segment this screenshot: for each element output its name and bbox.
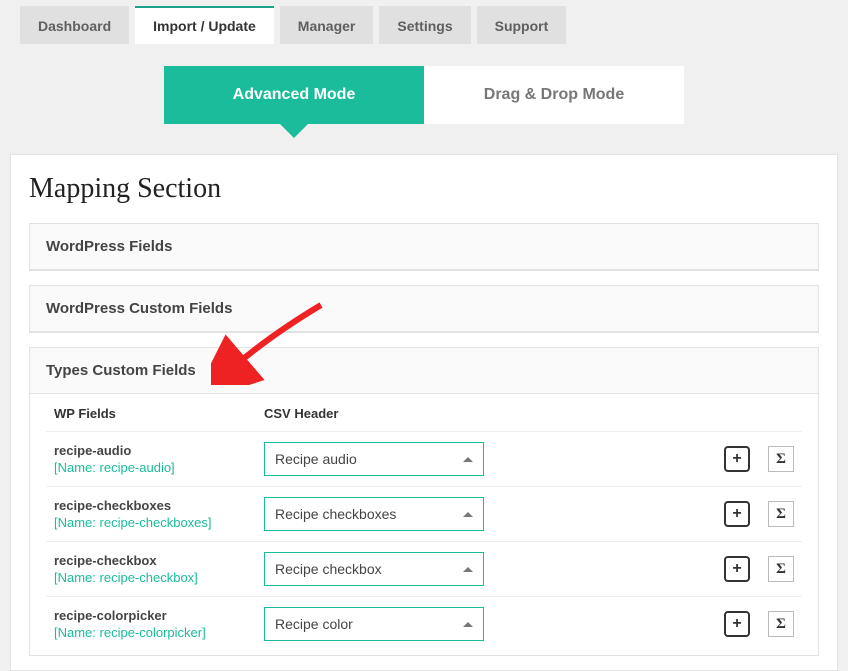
add-button[interactable]: + xyxy=(724,556,750,582)
mapping-panel: Mapping Section WordPress Fields WordPre… xyxy=(10,154,838,671)
csv-header-select[interactable]: Recipe checkboxes xyxy=(264,497,484,531)
csv-header-select[interactable]: Recipe audio xyxy=(264,442,484,476)
field-row: recipe-colorpicker [Name: recipe-colorpic… xyxy=(46,596,802,651)
row-actions: +Σ xyxy=(724,446,802,472)
accordion-wp-custom: WordPress Custom Fields xyxy=(29,285,819,333)
csv-header-select-value: Recipe color xyxy=(275,616,353,632)
csv-header-select-wrap: Recipe color xyxy=(264,607,484,641)
formula-button[interactable]: Σ xyxy=(768,611,794,637)
field-row: recipe-audio [Name: recipe-audio] Recipe a… xyxy=(46,431,802,486)
caret-up-icon xyxy=(463,567,473,572)
accordion-types-custom: Types Custom Fields WP Fields CSV Header… xyxy=(29,347,819,656)
top-tabs: Dashboard Import / Update Manager Settin… xyxy=(0,0,848,44)
csv-header-select[interactable]: Recipe checkbox xyxy=(264,552,484,586)
tab-settings[interactable]: Settings xyxy=(379,6,470,44)
csv-header-select-value: Recipe audio xyxy=(275,451,357,467)
field-subtitle: [Name: recipe-checkboxes] xyxy=(54,515,264,530)
accordion-body-types-custom: WP Fields CSV Header recipe-audio [Name: … xyxy=(30,394,818,655)
csv-header-select-value: Recipe checkboxes xyxy=(275,506,396,522)
add-button[interactable]: + xyxy=(724,611,750,637)
add-button[interactable]: + xyxy=(724,501,750,527)
caret-up-icon xyxy=(463,457,473,462)
formula-button[interactable]: Σ xyxy=(768,446,794,472)
accordion-header-types-custom[interactable]: Types Custom Fields xyxy=(30,348,818,394)
csv-header-select-wrap: Recipe checkboxes xyxy=(264,497,484,531)
mode-advanced[interactable]: Advanced Mode xyxy=(164,66,424,124)
field-subtitle: [Name: recipe-audio] xyxy=(54,460,264,475)
formula-button[interactable]: Σ xyxy=(768,556,794,582)
field-title: recipe-colorpicker xyxy=(54,608,264,623)
csv-header-select-wrap: Recipe audio xyxy=(264,442,484,476)
formula-button[interactable]: Σ xyxy=(768,501,794,527)
caret-up-icon xyxy=(463,622,473,627)
mode-dragdrop[interactable]: Drag & Drop Mode xyxy=(424,66,684,124)
col-wp-fields: WP Fields xyxy=(54,406,264,421)
field-title: recipe-checkbox xyxy=(54,553,264,568)
accordion-wp-fields: WordPress Fields xyxy=(29,223,819,271)
field-title: recipe-audio xyxy=(54,443,264,458)
caret-up-icon xyxy=(463,512,473,517)
field-meta: recipe-checkboxes [Name: recipe-checkboxe… xyxy=(54,498,264,530)
csv-header-select-wrap: Recipe checkbox xyxy=(264,552,484,586)
field-meta: recipe-colorpicker [Name: recipe-colorpic… xyxy=(54,608,264,640)
tab-import-update[interactable]: Import / Update xyxy=(135,6,274,44)
row-actions: +Σ xyxy=(724,556,802,582)
field-row: recipe-checkbox [Name: recipe-checkbox] Re… xyxy=(46,541,802,596)
tab-dashboard[interactable]: Dashboard xyxy=(20,6,129,44)
mode-switcher: Advanced Mode Drag & Drop Mode xyxy=(0,44,848,154)
field-row: recipe-checkboxes [Name: recipe-checkboxe… xyxy=(46,486,802,541)
field-meta: recipe-audio [Name: recipe-audio] xyxy=(54,443,264,475)
field-subtitle: [Name: recipe-colorpicker] xyxy=(54,625,264,640)
csv-header-select[interactable]: Recipe color xyxy=(264,607,484,641)
field-meta: recipe-checkbox [Name: recipe-checkbox] xyxy=(54,553,264,585)
field-title: recipe-checkboxes xyxy=(54,498,264,513)
tab-manager[interactable]: Manager xyxy=(280,6,374,44)
section-title: Mapping Section xyxy=(29,173,819,205)
column-headers: WP Fields CSV Header xyxy=(46,394,802,431)
csv-header-select-value: Recipe checkbox xyxy=(275,561,382,577)
row-actions: +Σ xyxy=(724,611,802,637)
row-actions: +Σ xyxy=(724,501,802,527)
tab-support[interactable]: Support xyxy=(477,6,567,44)
accordion-header-wp-fields[interactable]: WordPress Fields xyxy=(30,224,818,270)
accordion-header-wp-custom[interactable]: WordPress Custom Fields xyxy=(30,286,818,332)
col-csv-header: CSV Header xyxy=(264,406,802,421)
field-subtitle: [Name: recipe-checkbox] xyxy=(54,570,264,585)
add-button[interactable]: + xyxy=(724,446,750,472)
